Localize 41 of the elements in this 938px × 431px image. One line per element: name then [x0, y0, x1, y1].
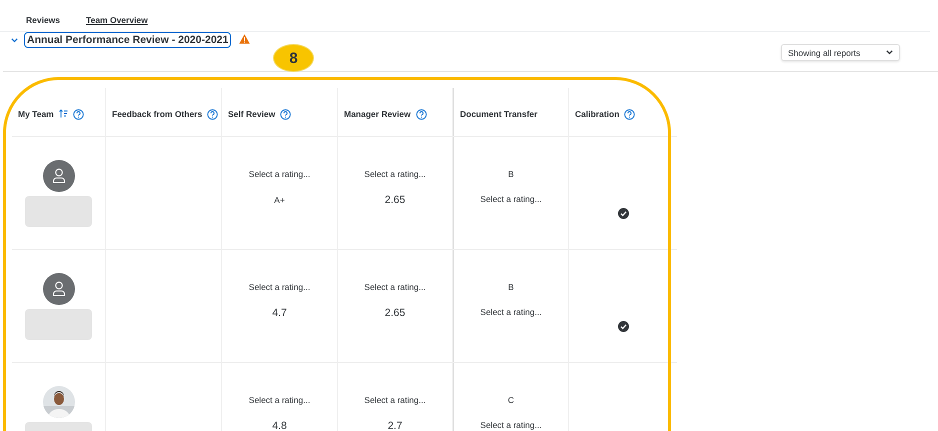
rating-value: 4.7 [272, 306, 287, 320]
tab[interactable]: Reviews [26, 14, 60, 26]
name-placeholder [25, 196, 92, 227]
avatar-icon [42, 273, 74, 305]
column-header: My Team [18, 109, 54, 120]
help-icon[interactable] [280, 109, 292, 120]
help-icon[interactable] [624, 109, 636, 120]
rating-placeholder[interactable]: Select a rating... [480, 419, 542, 431]
rating-value: 2.65 [384, 193, 406, 207]
column-header: Feedback from Others [112, 109, 202, 120]
review-title[interactable]: Annual Performance Review - 2020-2021 [24, 32, 232, 48]
tab[interactable]: Team Overview [86, 14, 148, 26]
rating-placeholder[interactable]: Select a rating... [364, 281, 426, 293]
rating-placeholder[interactable]: Select a rating... [248, 168, 310, 180]
rating-value: 2.7 [388, 419, 402, 431]
rating-value: A+ [274, 194, 285, 207]
help-icon[interactable] [416, 109, 427, 120]
rating-value: B [508, 168, 514, 180]
help-icon[interactable] [207, 109, 218, 120]
rating-placeholder[interactable]: Select a rating... [248, 281, 310, 293]
column-header: Self Review [228, 109, 276, 120]
rating-value: 2.65 [384, 306, 406, 320]
avatar-icon [42, 160, 74, 192]
rating-placeholder[interactable]: Select a rating... [480, 193, 542, 205]
rating-placeholder[interactable]: Select a rating... [364, 394, 426, 406]
column-header: Calibration [575, 109, 620, 120]
filter-dropdown[interactable]: Showing all reports [781, 44, 900, 61]
chevron-down-icon [886, 50, 893, 55]
chevron-down-icon[interactable] [11, 38, 18, 43]
column-header: Manager Review [344, 109, 411, 120]
rating-placeholder[interactable]: Select a rating... [480, 306, 542, 318]
rating-value: C [508, 394, 514, 406]
rating-placeholder[interactable]: Select a rating... [248, 394, 310, 406]
callout-badge: 8 [273, 44, 314, 72]
help-icon[interactable] [72, 109, 84, 120]
sort-icon[interactable] [58, 109, 68, 118]
column-header: Document Transfer [460, 109, 538, 120]
rating-value: B [508, 281, 514, 293]
name-placeholder [25, 309, 92, 340]
rating-value: 4.8 [272, 419, 287, 431]
rating-placeholder[interactable]: Select a rating... [364, 168, 426, 180]
